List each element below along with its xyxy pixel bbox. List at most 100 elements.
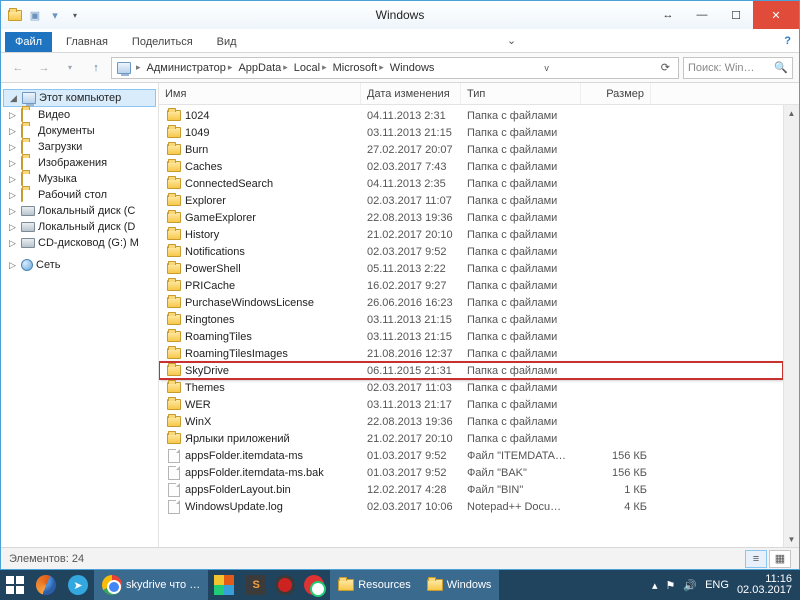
back-button[interactable]: ← (7, 57, 29, 79)
expand-icon[interactable]: ▷ (7, 238, 18, 249)
help-icon[interactable]: ? (776, 35, 799, 47)
taskbar-ccleaner-icon[interactable] (298, 570, 330, 600)
nav-this-pc[interactable]: ◢ Этот компьютер (3, 89, 156, 107)
expand-icon[interactable]: ▷ (7, 222, 18, 233)
list-item[interactable]: appsFolder.itemdata-ms 01.03.2017 9:52 Ф… (159, 447, 783, 464)
tab-share[interactable]: Поделиться (122, 32, 203, 52)
tab-home[interactable]: Главная (56, 32, 118, 52)
recent-locations-icon[interactable]: ▾ (59, 57, 81, 79)
col-name[interactable]: Имя (159, 83, 361, 104)
col-size[interactable]: Размер (581, 83, 651, 104)
sidebar-item[interactable]: ▷Локальный диск (D (3, 219, 156, 235)
taskbar-app-icon[interactable] (208, 570, 240, 600)
action-center-icon[interactable]: ⚑ (666, 579, 676, 592)
expand-icon[interactable]: ▷ (7, 126, 18, 137)
list-item[interactable]: SkyDrive 06.11.2015 21:31 Папка с файлам… (159, 362, 783, 379)
taskbar-chrome-task[interactable]: skydrive что … (94, 570, 208, 600)
expand-icon[interactable]: ▷ (7, 190, 18, 201)
sidebar-item[interactable]: ▷Видео (3, 107, 156, 123)
taskbar-record-icon[interactable] (272, 570, 298, 600)
list-item[interactable]: appsFolderLayout.bin 12.02.2017 4:28 Фай… (159, 481, 783, 498)
scrollbar[interactable]: ▲ ▼ (783, 105, 799, 547)
sidebar-item[interactable]: ▷CD-дисковод (G:) M (3, 235, 156, 251)
list-item[interactable]: Themes 02.03.2017 11:03 Папка с файлами (159, 379, 783, 396)
collapse-icon[interactable]: ◢ (8, 93, 19, 104)
taskbar-sublime-icon[interactable]: S (240, 570, 272, 600)
list-item[interactable]: PRICache 16.02.2017 9:27 Папка с файлами (159, 277, 783, 294)
list-item[interactable]: PurchaseWindowsLicense 26.06.2016 16:23 … (159, 294, 783, 311)
tab-view[interactable]: Вид (207, 32, 247, 52)
view-details-icon[interactable]: ≡ (745, 550, 767, 568)
sidebar-item[interactable]: ▷Документы (3, 123, 156, 139)
breadcrumb-sep[interactable]: ▸ (134, 62, 143, 73)
addr-dropdown-icon[interactable]: v (540, 63, 553, 73)
item-type: Папка с файлами (467, 280, 587, 292)
col-type[interactable]: Тип (461, 83, 581, 104)
list-item[interactable]: RoamingTilesImages 21.08.2016 12:37 Папк… (159, 345, 783, 362)
list-item[interactable]: History 21.02.2017 20:10 Папка с файлами (159, 226, 783, 243)
titlebar[interactable]: ▣ ▾ ▾ Windows ↔ — ☐ ✕ (1, 1, 799, 29)
list-item[interactable]: RoamingTiles 03.11.2013 21:15 Папка с фа… (159, 328, 783, 345)
list-item[interactable]: 1024 04.11.2013 2:31 Папка с файлами (159, 107, 783, 124)
refresh-icon[interactable]: ⟳ (657, 61, 674, 74)
list-item[interactable]: Caches 02.03.2017 7:43 Папка с файлами (159, 158, 783, 175)
expand-ribbon-icon[interactable]: ⌄ (499, 34, 524, 47)
search-input[interactable]: Поиск: Win… 🔍 (683, 57, 793, 79)
list-item[interactable]: Ringtones 03.11.2013 21:15 Папка с файла… (159, 311, 783, 328)
list-item[interactable]: PowerShell 05.11.2013 2:22 Папка с файла… (159, 260, 783, 277)
volume-icon[interactable]: 🔊 (683, 579, 697, 592)
drive-icon (21, 222, 35, 232)
file-list[interactable]: 1024 04.11.2013 2:31 Папка с файлами 104… (159, 105, 783, 547)
expand-icon[interactable]: ▷ (7, 260, 18, 271)
column-headers[interactable]: Имя Дата изменения Тип Размер (159, 83, 799, 105)
taskbar-firefox-icon[interactable] (30, 570, 62, 600)
breadcrumb[interactable]: AppData ▸ (236, 62, 289, 74)
list-item[interactable]: Notifications 02.03.2017 9:52 Папка с фа… (159, 243, 783, 260)
list-item[interactable]: appsFolder.itemdata-ms.bak 01.03.2017 9:… (159, 464, 783, 481)
language-indicator[interactable]: ENG (705, 579, 729, 591)
clock[interactable]: 11:16 02.03.2017 (737, 574, 792, 596)
list-item[interactable]: Explorer 02.03.2017 11:07 Папка с файлам… (159, 192, 783, 209)
sidebar-item[interactable]: ▷Рабочий стол (3, 187, 156, 203)
list-item[interactable]: 1049 03.11.2013 21:15 Папка с файлами (159, 124, 783, 141)
view-large-icons-icon[interactable]: ▦ (769, 550, 791, 568)
breadcrumb[interactable]: Local ▸ (292, 62, 329, 74)
taskbar[interactable]: ➤ skydrive что … S Resources Windows ▴ ⚑… (0, 570, 800, 600)
navigation-pane[interactable]: ◢ Этот компьютер ▷Видео▷Документы▷Загруз… (1, 83, 159, 547)
tab-file[interactable]: Файл (5, 32, 52, 52)
expand-icon[interactable]: ▷ (7, 142, 18, 153)
system-tray[interactable]: ▴ ⚑ 🔊 ENG 11:16 02.03.2017 (644, 574, 800, 596)
taskbar-telegram-icon[interactable]: ➤ (62, 570, 94, 600)
scroll-down-icon[interactable]: ▼ (784, 531, 799, 547)
sidebar-item[interactable]: ▷Локальный диск (C (3, 203, 156, 219)
expand-icon[interactable]: ▷ (7, 206, 18, 217)
taskbar-resources-task[interactable]: Resources (330, 570, 419, 600)
address-bar[interactable]: ▸ Администратор ▸ AppData ▸ Local ▸ Micr… (111, 57, 679, 79)
list-item[interactable]: WindowsUpdate.log 02.03.2017 10:06 Notep… (159, 498, 783, 515)
list-item[interactable]: GameExplorer 22.08.2013 19:36 Папка с фа… (159, 209, 783, 226)
expand-icon[interactable]: ▷ (7, 110, 18, 121)
list-item[interactable]: WinX 22.08.2013 19:36 Папка с файлами (159, 413, 783, 430)
folder-icon (21, 157, 35, 169)
col-date[interactable]: Дата изменения (361, 83, 461, 104)
folder-icon (167, 399, 181, 410)
sidebar-item[interactable]: ▷Музыка (3, 171, 156, 187)
list-item[interactable]: WER 03.11.2013 21:17 Папка с файлами (159, 396, 783, 413)
taskbar-windows-task[interactable]: Windows (419, 570, 500, 600)
breadcrumb[interactable]: Microsoft ▸ (331, 62, 386, 74)
breadcrumb[interactable]: Администратор ▸ (145, 62, 235, 74)
tray-overflow-icon[interactable]: ▴ (652, 579, 658, 592)
up-button[interactable]: ↑ (85, 57, 107, 79)
expand-icon[interactable]: ▷ (7, 174, 18, 185)
forward-button[interactable]: → (33, 57, 55, 79)
expand-icon[interactable]: ▷ (7, 158, 18, 169)
breadcrumb[interactable]: Windows (388, 62, 437, 74)
list-item[interactable]: ConnectedSearch 04.11.2013 2:35 Папка с … (159, 175, 783, 192)
list-item[interactable]: Ярлыки приложений 21.02.2017 20:10 Папка… (159, 430, 783, 447)
start-button[interactable] (0, 570, 30, 600)
nav-network[interactable]: ▷ Сеть (3, 257, 156, 273)
list-item[interactable]: Burn 27.02.2017 20:07 Папка с файлами (159, 141, 783, 158)
scroll-up-icon[interactable]: ▲ (784, 105, 799, 121)
sidebar-item[interactable]: ▷Изображения (3, 155, 156, 171)
sidebar-item[interactable]: ▷Загрузки (3, 139, 156, 155)
